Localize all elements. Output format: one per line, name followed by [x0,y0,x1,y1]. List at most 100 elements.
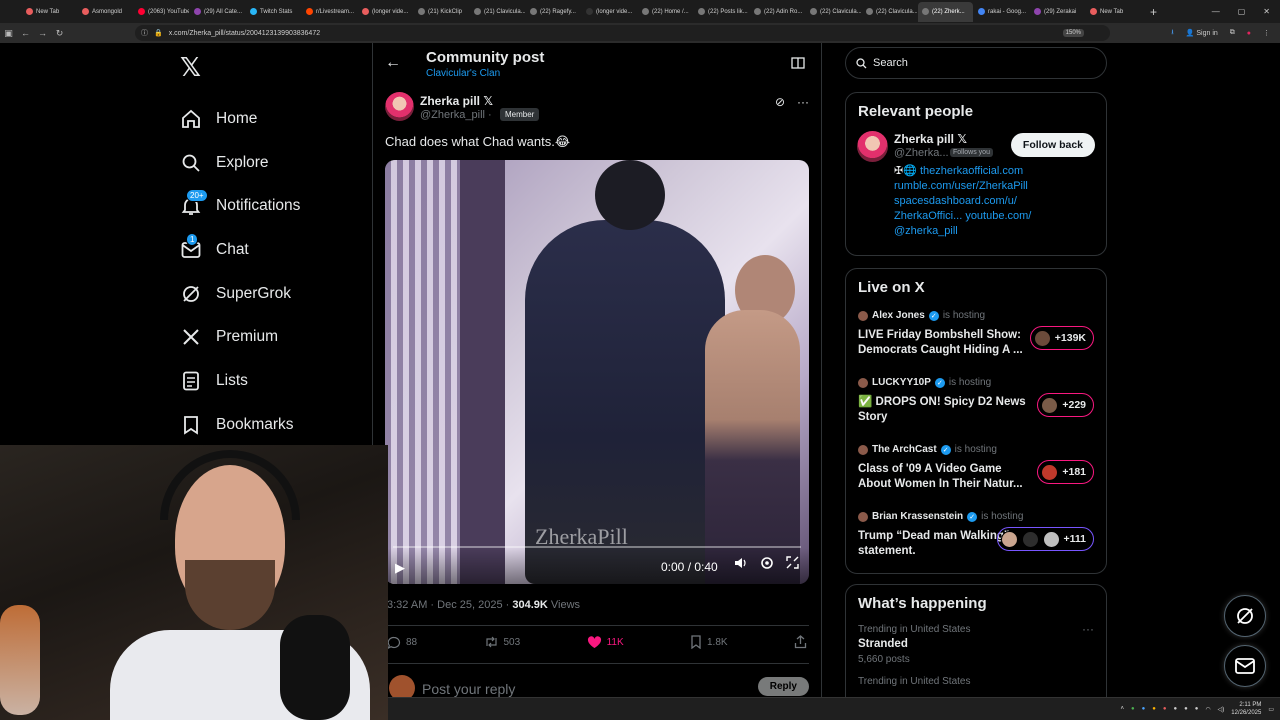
close-icon[interactable]: ✕ [1263,7,1270,16]
grok-fab-button[interactable] [1224,595,1266,637]
host-name[interactable]: LUCKYY10P [872,377,931,388]
x-logo[interactable]: 𝕏 [180,52,370,83]
share-button[interactable] [794,635,807,649]
bio-link[interactable]: ZherkaOffici... youtube.com/ [894,210,1031,222]
browser-tab[interactable]: New Tab [1086,2,1141,22]
video-progress-bar[interactable] [393,546,801,548]
maximize-icon[interactable]: ▢ [1238,7,1246,16]
tray-app-icon[interactable]: ● [1163,706,1167,712]
back-arrow-icon[interactable]: ← [385,54,401,72]
tray-app-icon[interactable]: ● [1131,706,1135,712]
person-entry[interactable]: Zherka pill 𝕏 @Zherka... Follows you Fol… [846,128,1106,248]
nav-item-notifications[interactable]: 20+ Notifications [170,184,370,228]
browser-tab[interactable]: (longer vide... [582,2,637,22]
new-tab-button[interactable]: + [1150,5,1157,19]
community-link[interactable]: Clavicular's Clan [426,68,500,79]
info-icon[interactable]: ⓘ [141,28,148,38]
settings-gear-icon[interactable] [760,556,774,575]
reply-input[interactable]: Post your reply [422,681,515,697]
reply-submit-button[interactable]: Reply [757,677,809,696]
reader-mode-icon[interactable] [791,56,805,74]
tray-app-icon[interactable]: ● [1174,706,1178,712]
trend-item[interactable]: Trending in United States Stranded 5,660… [846,620,1106,668]
fullscreen-icon[interactable] [786,556,799,575]
zoom-level[interactable]: 150% [1062,29,1084,37]
clock[interactable]: 2:11 PM 12/26/2025 [1231,701,1261,717]
volume-icon[interactable]: ◁) [1218,706,1225,713]
menu-icon[interactable]: ⋮ [1263,29,1270,37]
bookmark-button[interactable]: 1.8K [690,635,728,649]
browser-tab[interactable]: (22) Clavicula... [806,2,861,22]
reply-button[interactable]: 88 [387,635,417,649]
browser-tab[interactable]: (2063) YouTube [134,2,189,22]
extensions-icon[interactable]: ⧉ [1230,29,1235,37]
repost-button[interactable]: 503 [484,635,520,649]
forward-icon[interactable]: → [34,28,51,38]
browser-tab[interactable]: (22) Ragefy... [526,2,581,22]
search-input[interactable]: Search [845,47,1107,79]
live-item[interactable]: LUCKYY10P ✓ is hosting ✅ DROPS ON! Spicy D2… [846,377,1106,444]
browser-tab[interactable]: (longer vide... [358,2,413,22]
nav-item-supergrok[interactable]: SuperGrok [170,272,370,316]
bio-link[interactable]: spacesdashboard.com/u/ [894,195,1017,207]
post-timestamp[interactable]: 3:32 AM · Dec 25, 2025 · [387,599,509,611]
more-icon[interactable]: ··· [797,95,809,109]
person-name[interactable]: Zherka pill 𝕏 [894,132,967,146]
notifications-icon[interactable]: ▭ [1268,706,1274,713]
nav-item-bookmarks[interactable]: Bookmarks [170,403,370,447]
sign-in-button[interactable]: 👤 Sign in [1186,29,1218,37]
video-player[interactable]: ZherkaPill ▶ 0:00 / 0:40 [385,160,809,584]
reload-icon[interactable]: ↻ [51,28,68,39]
browser-tab[interactable]: (21) Clavicula... [470,2,525,22]
nav-item-lists[interactable]: Lists [170,359,370,403]
messages-fab-button[interactable] [1224,645,1266,687]
browser-tab[interactable]: New Tab [22,2,77,22]
host-name[interactable]: The ArchCast [872,444,937,455]
browser-tab[interactable]: (22) Adin Ro... [750,2,805,22]
browser-tab[interactable]: (22) Posts lik... [694,2,749,22]
nav-item-chat[interactable]: 1 Chat [170,228,370,272]
browser-tab[interactable]: r/Livestream... [302,2,357,22]
live-item[interactable]: Brian Krassenstein ✓ is hosting Trump “Dead… [846,511,1106,578]
bio-link[interactable]: thezherkaofficial.com [920,165,1023,177]
avatar[interactable] [857,131,888,162]
host-name[interactable]: Alex Jones [872,310,925,321]
author-handle[interactable]: @Zherka_pill · [420,109,492,121]
download-icon[interactable]: ⭳ [1171,28,1173,39]
more-icon[interactable]: ··· [1082,622,1094,636]
browser-tab[interactable]: rakai - Goog... [974,2,1029,22]
follow-back-button[interactable]: Follow back [1010,133,1095,157]
live-item[interactable]: The ArchCast ✓ is hosting Class of '09 A Vi… [846,444,1106,511]
browser-tab[interactable]: Asmongold [78,2,133,22]
tray-app-icon[interactable]: ● [1184,706,1188,712]
browser-tab[interactable]: (29) All Cate... [190,2,245,22]
tray-app-icon[interactable]: ● [1142,706,1146,712]
browser-tab[interactable]: (29) Zerakai [1030,2,1085,22]
tray-app-icon[interactable]: ● [1152,706,1156,712]
back-icon[interactable]: ← [17,28,34,38]
nav-item-home[interactable]: Home [170,97,370,141]
sidebar-toggle-icon[interactable]: ▣ [0,28,17,39]
url-field[interactable]: ⓘ 🔒 x.com/Zherka_pill/status/20041231399… [135,25,1110,41]
author-name[interactable]: Zherka pill 𝕏 [420,94,493,108]
tray-app-icon[interactable]: ● [1195,706,1199,712]
live-item[interactable]: Alex Jones ✓ is hosting LIVE Friday Bombshe… [846,310,1106,377]
browser-tab[interactable]: Twitch Stats [246,2,301,22]
nav-item-explore[interactable]: Explore [170,141,370,185]
play-icon[interactable]: ▶ [395,560,405,576]
minimize-icon[interactable]: — [1212,7,1220,16]
browser-tab[interactable]: (22) Clavicula... [862,2,917,22]
like-button[interactable]: 11K [587,635,624,649]
bio-link[interactable]: @zherka_pill [894,225,958,237]
browser-tab[interactable]: (22) Zherk... [918,1,973,22]
host-name[interactable]: Brian Krassenstein [872,511,963,522]
avatar[interactable] [385,92,414,121]
extension-icon[interactable]: ● [1247,30,1251,37]
browser-tab[interactable]: (21) KickClip [414,2,469,22]
browser-tab[interactable]: (22) Home /... [638,2,693,22]
wifi-icon[interactable]: ◠ [1205,706,1210,713]
grok-icon[interactable]: ⊘ [775,95,785,109]
nav-item-premium[interactable]: Premium [170,315,370,359]
bio-link[interactable]: rumble.com/user/ZherkaPill [894,180,1028,192]
tray-chevron-icon[interactable]: ˄ [1121,706,1125,712]
